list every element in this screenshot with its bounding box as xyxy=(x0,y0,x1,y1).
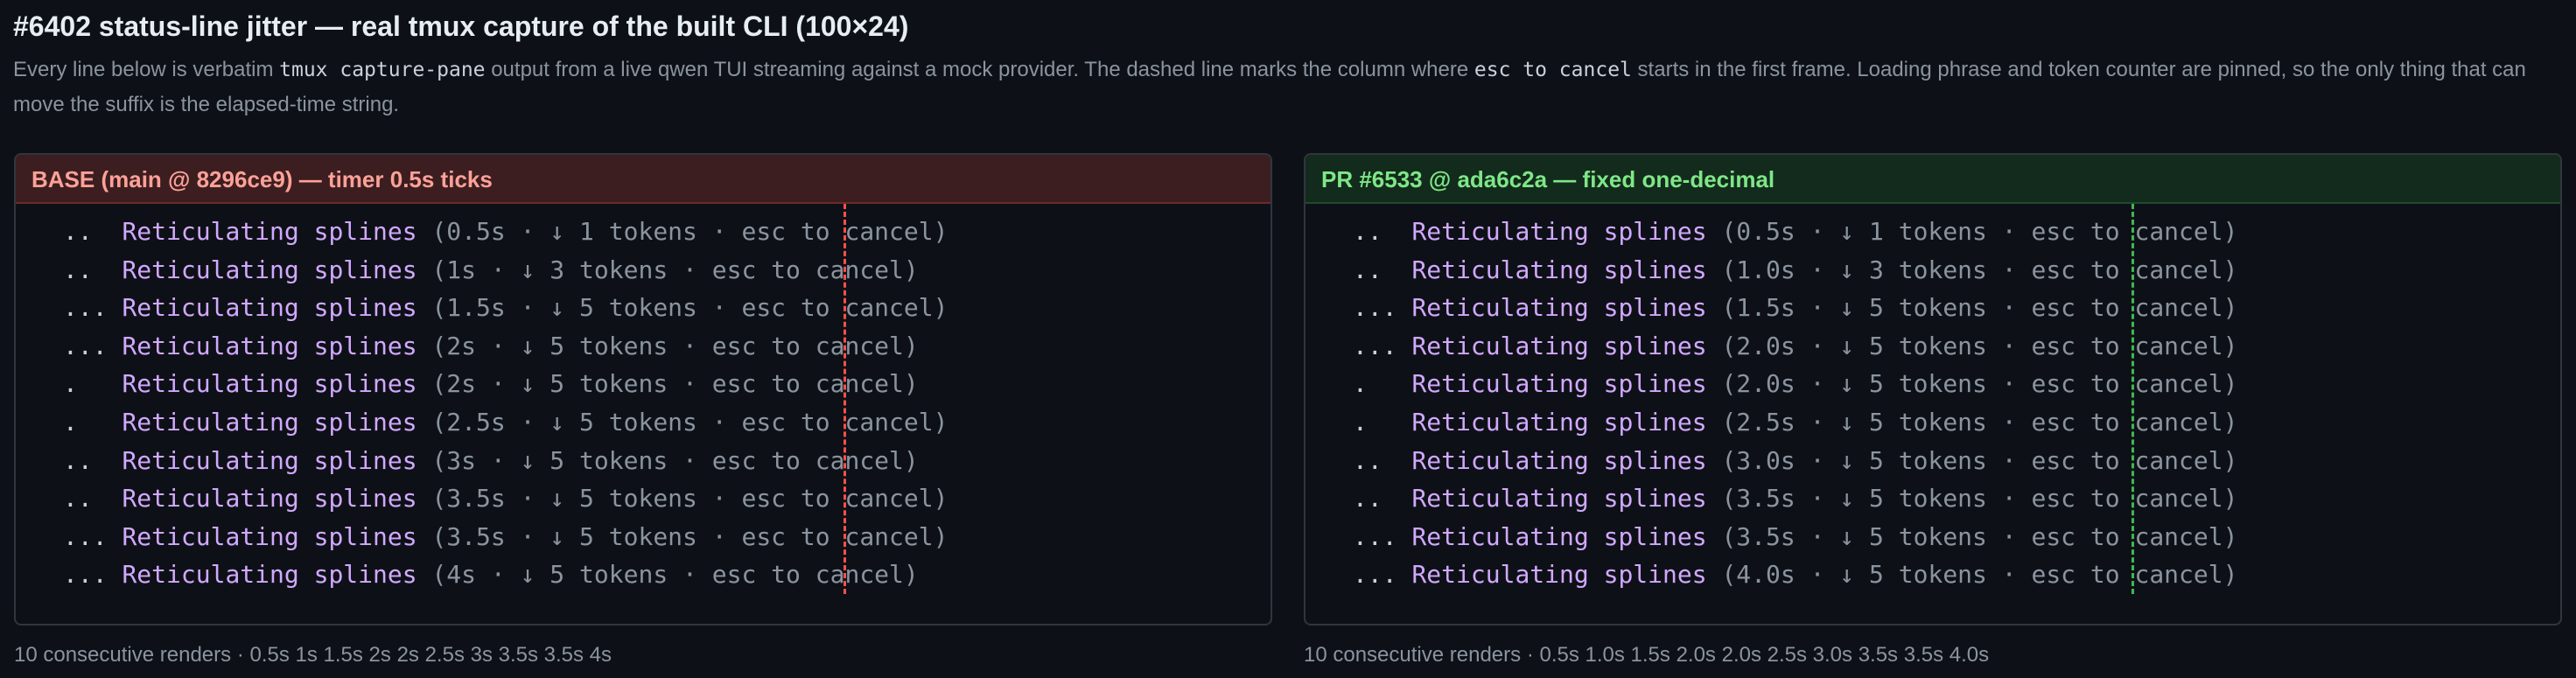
base-terminal-capture: .. Reticulating splines (0.5s · ↓ 1 toke… xyxy=(16,204,1270,594)
spinner-dots: ... xyxy=(1353,293,1412,323)
loading-phrase: Reticulating splines xyxy=(1411,293,1707,323)
base-panel-header: BASE (main @ 8296ce9) — timer 0.5s ticks xyxy=(16,155,1270,204)
loading-phrase: Reticulating splines xyxy=(122,293,417,323)
loading-phrase: Reticulating splines xyxy=(122,255,417,284)
spinner-dots: .. xyxy=(1353,255,1412,284)
pr-terminal-capture: .. Reticulating splines (0.5s · ↓ 1 toke… xyxy=(1306,204,2560,594)
status-suffix: (2.0s · ↓ 5 tokens · esc to cancel) xyxy=(1706,331,2238,360)
status-line: ... Reticulating splines (4s · ↓ 5 token… xyxy=(63,556,1270,594)
status-line: .. Reticulating splines (3.5s · ↓ 5 toke… xyxy=(63,479,1270,518)
pr-panel: PR #6533 @ ada6c2a — fixed one-decimal .… xyxy=(1304,153,2562,626)
loading-phrase: Reticulating splines xyxy=(122,521,417,551)
spinner-dots: . xyxy=(63,369,122,399)
status-suffix: (3.5s · ↓ 5 tokens · esc to cancel) xyxy=(416,484,948,514)
pr-panel-header: PR #6533 @ ada6c2a — fixed one-decimal xyxy=(1306,155,2560,204)
status-suffix: (0.5s · ↓ 1 tokens · esc to cancel) xyxy=(1706,217,2238,246)
esc-column-marker xyxy=(844,204,846,594)
status-suffix: (2.5s · ↓ 5 tokens · esc to cancel) xyxy=(416,407,948,437)
status-line: ... Reticulating splines (4.0s · ↓ 5 tok… xyxy=(1353,556,2560,594)
spinner-dots: ... xyxy=(63,560,122,590)
loading-phrase: Reticulating splines xyxy=(1411,331,1707,360)
loading-phrase: Reticulating splines xyxy=(1411,521,1707,551)
status-suffix: (3.0s · ↓ 5 tokens · esc to cancel) xyxy=(1706,445,2238,475)
loading-phrase: Reticulating splines xyxy=(1411,369,1707,399)
status-suffix: (0.5s · ↓ 1 tokens · esc to cancel) xyxy=(416,217,948,246)
loading-phrase: Reticulating splines xyxy=(1411,255,1707,284)
loading-phrase: Reticulating splines xyxy=(1411,484,1707,514)
status-line: . Reticulating splines (2.0s · ↓ 5 token… xyxy=(1353,365,2560,403)
spinner-dots: .. xyxy=(1353,217,1412,246)
status-line: . Reticulating splines (2.5s · ↓ 5 token… xyxy=(1353,403,2560,442)
status-line: ... Reticulating splines (1.5s · ↓ 5 tok… xyxy=(63,289,1270,327)
loading-phrase: Reticulating splines xyxy=(122,369,417,399)
loading-phrase: Reticulating splines xyxy=(1411,560,1707,590)
status-line: .. Reticulating splines (3s · ↓ 5 tokens… xyxy=(63,442,1270,480)
status-line: .. Reticulating splines (1.0s · ↓ 3 toke… xyxy=(1353,251,2560,290)
loading-phrase: Reticulating splines xyxy=(1411,445,1707,475)
spinner-dots: . xyxy=(1353,369,1412,399)
status-line: . Reticulating splines (2s · ↓ 5 tokens … xyxy=(63,365,1270,403)
spinner-dots: .. xyxy=(63,445,122,475)
spinner-dots: .. xyxy=(63,255,122,284)
command-code: tmux capture-pane xyxy=(279,59,486,81)
page-title: #6402 status-line jitter — real tmux cap… xyxy=(13,10,909,42)
spinner-dots: . xyxy=(1353,407,1412,437)
spinner-dots: ... xyxy=(1353,521,1412,551)
status-suffix: (1.5s · ↓ 5 tokens · esc to cancel) xyxy=(416,293,948,323)
loading-phrase: Reticulating splines xyxy=(122,484,417,514)
pr-renders-summary: 10 consecutive renders · 0.5s 1.0s 1.5s … xyxy=(1304,643,1990,667)
spinner-dots: .. xyxy=(1353,484,1412,514)
status-line: .. Reticulating splines (0.5s · ↓ 1 toke… xyxy=(63,213,1270,251)
loading-phrase: Reticulating splines xyxy=(122,217,417,246)
spinner-dots: ... xyxy=(1353,331,1412,360)
loading-phrase: Reticulating splines xyxy=(1411,217,1707,246)
status-line: . Reticulating splines (2.5s · ↓ 5 token… xyxy=(63,403,1270,442)
status-suffix: (1.0s · ↓ 3 tokens · esc to cancel) xyxy=(1706,255,2238,284)
page-description: Every line below is verbatim tmux captur… xyxy=(13,52,2555,122)
status-suffix: (3.5s · ↓ 5 tokens · esc to cancel) xyxy=(416,521,948,551)
status-line: ... Reticulating splines (3.5s · ↓ 5 tok… xyxy=(63,518,1270,556)
status-line: ... Reticulating splines (3.5s · ↓ 5 tok… xyxy=(1353,518,2560,556)
spinner-dots: ... xyxy=(63,521,122,551)
status-suffix: (3.5s · ↓ 5 tokens · esc to cancel) xyxy=(1706,484,2238,514)
status-suffix: (2.5s · ↓ 5 tokens · esc to cancel) xyxy=(1706,407,2238,437)
loading-phrase: Reticulating splines xyxy=(122,560,417,590)
loading-phrase: Reticulating splines xyxy=(122,407,417,437)
status-line: ... Reticulating splines (1.5s · ↓ 5 tok… xyxy=(1353,289,2560,327)
status-suffix: (4.0s · ↓ 5 tokens · esc to cancel) xyxy=(1706,560,2238,590)
base-renders-summary: 10 consecutive renders · 0.5s 1s 1.5s 2s… xyxy=(14,643,612,667)
loading-phrase: Reticulating splines xyxy=(122,445,417,475)
spinner-dots: ... xyxy=(63,293,122,323)
loading-phrase: Reticulating splines xyxy=(122,331,417,360)
status-line: .. Reticulating splines (3.5s · ↓ 5 toke… xyxy=(1353,479,2560,518)
description-text: output from a live qwen TUI streaming ag… xyxy=(485,58,1474,81)
description-text: Every line below is verbatim xyxy=(13,58,280,81)
spinner-dots: .. xyxy=(63,484,122,514)
spinner-dots: .. xyxy=(1353,445,1412,475)
base-panel: BASE (main @ 8296ce9) — timer 0.5s ticks… xyxy=(14,153,1272,626)
keyword-code: esc to cancel xyxy=(1474,59,1632,81)
status-line: ... Reticulating splines (2s · ↓ 5 token… xyxy=(63,327,1270,366)
spinner-dots: .. xyxy=(63,217,122,246)
spinner-dots: ... xyxy=(1353,560,1412,590)
status-suffix: (1.5s · ↓ 5 tokens · esc to cancel) xyxy=(1706,293,2238,323)
status-suffix: (3.5s · ↓ 5 tokens · esc to cancel) xyxy=(1706,521,2238,551)
status-line: .. Reticulating splines (0.5s · ↓ 1 toke… xyxy=(1353,213,2560,251)
spinner-dots: ... xyxy=(63,331,122,360)
status-suffix: (2.0s · ↓ 5 tokens · esc to cancel) xyxy=(1706,369,2238,399)
loading-phrase: Reticulating splines xyxy=(1411,407,1707,437)
esc-column-marker xyxy=(2132,204,2134,594)
status-line: .. Reticulating splines (1s · ↓ 3 tokens… xyxy=(63,251,1270,290)
status-line: ... Reticulating splines (2.0s · ↓ 5 tok… xyxy=(1353,327,2560,366)
status-line: .. Reticulating splines (3.0s · ↓ 5 toke… xyxy=(1353,442,2560,480)
spinner-dots: . xyxy=(63,407,122,437)
